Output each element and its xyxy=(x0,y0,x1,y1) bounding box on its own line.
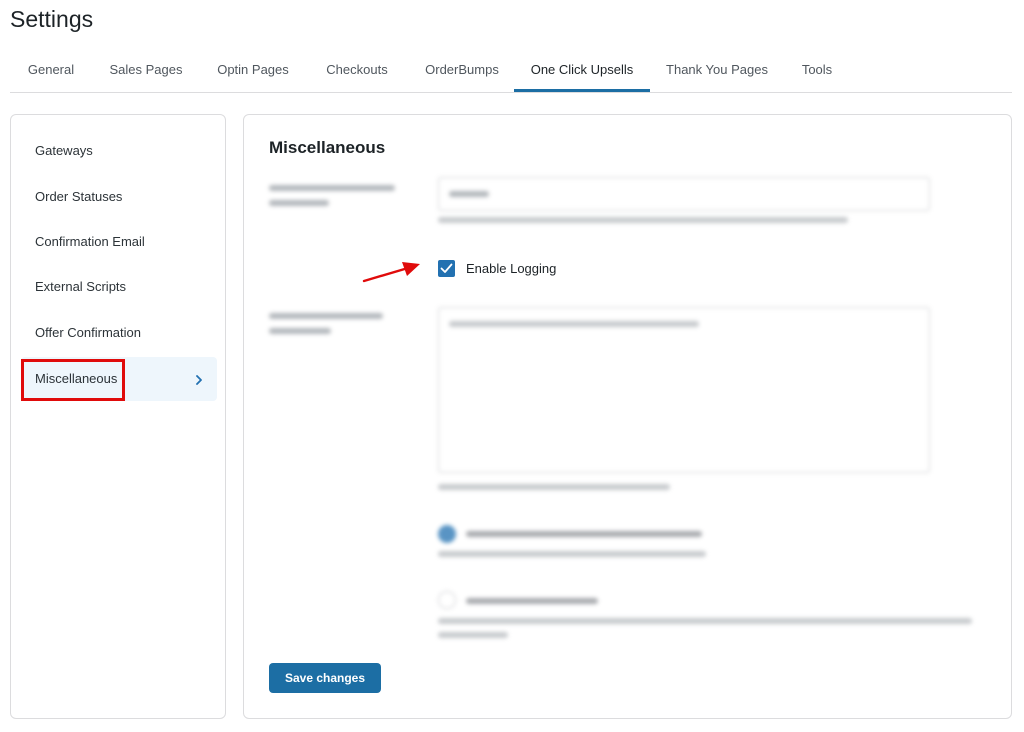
enable-logging-checkbox[interactable] xyxy=(438,259,455,277)
enable-logging-row[interactable]: Enable Logging xyxy=(438,259,556,277)
checkmark-icon xyxy=(440,263,453,273)
sidebar-item-order-statuses[interactable]: Order Statuses xyxy=(21,175,217,219)
chevron-right-icon xyxy=(195,357,203,401)
page-title: Settings xyxy=(10,6,94,32)
tab-general[interactable]: General xyxy=(20,50,82,92)
settings-main-panel: Miscellaneous Enable Logging Save change… xyxy=(243,114,1012,719)
settings-tabs: General Sales Pages Optin Pages Checkout… xyxy=(10,50,1012,93)
sidebar-item-external-scripts[interactable]: External Scripts xyxy=(21,265,217,309)
arrow-annotation-icon xyxy=(362,262,420,283)
highlight-annotation-box xyxy=(21,359,125,401)
section-title: Miscellaneous xyxy=(269,138,386,157)
blurred-option-label xyxy=(466,598,598,604)
settings-sidebar: Gateways Order Statuses Confirmation Ema… xyxy=(10,114,226,719)
blurred-radio-unselected[interactable] xyxy=(438,591,456,609)
tab-thank-you-pages[interactable]: Thank You Pages xyxy=(662,50,772,92)
blurred-help-text xyxy=(438,551,706,557)
blurred-help-text xyxy=(438,482,670,490)
tab-tools[interactable]: Tools xyxy=(792,50,842,92)
save-changes-button[interactable]: Save changes xyxy=(269,663,381,693)
tab-checkouts[interactable]: Checkouts xyxy=(318,50,396,92)
blurred-help-text xyxy=(438,618,972,624)
tab-orderbumps[interactable]: OrderBumps xyxy=(417,50,507,92)
blurred-option-label xyxy=(466,531,702,537)
sidebar-item-gateways[interactable]: Gateways xyxy=(21,129,217,173)
blurred-textarea[interactable] xyxy=(438,307,930,473)
blurred-help-text xyxy=(438,215,848,223)
tab-one-click-upsells[interactable]: One Click Upsells xyxy=(514,50,650,92)
blurred-field-label xyxy=(269,181,399,206)
sidebar-item-confirmation-email[interactable]: Confirmation Email xyxy=(21,220,217,264)
enable-logging-label: Enable Logging xyxy=(466,260,557,276)
tab-sales-pages[interactable]: Sales Pages xyxy=(104,50,188,92)
blurred-radio-selected[interactable] xyxy=(438,525,456,543)
blurred-text-input[interactable] xyxy=(438,177,930,211)
sidebar-item-offer-confirmation[interactable]: Offer Confirmation xyxy=(21,311,217,355)
blurred-field-label xyxy=(269,309,399,334)
blurred-help-text xyxy=(438,632,508,638)
tab-optin-pages[interactable]: Optin Pages xyxy=(210,50,296,92)
